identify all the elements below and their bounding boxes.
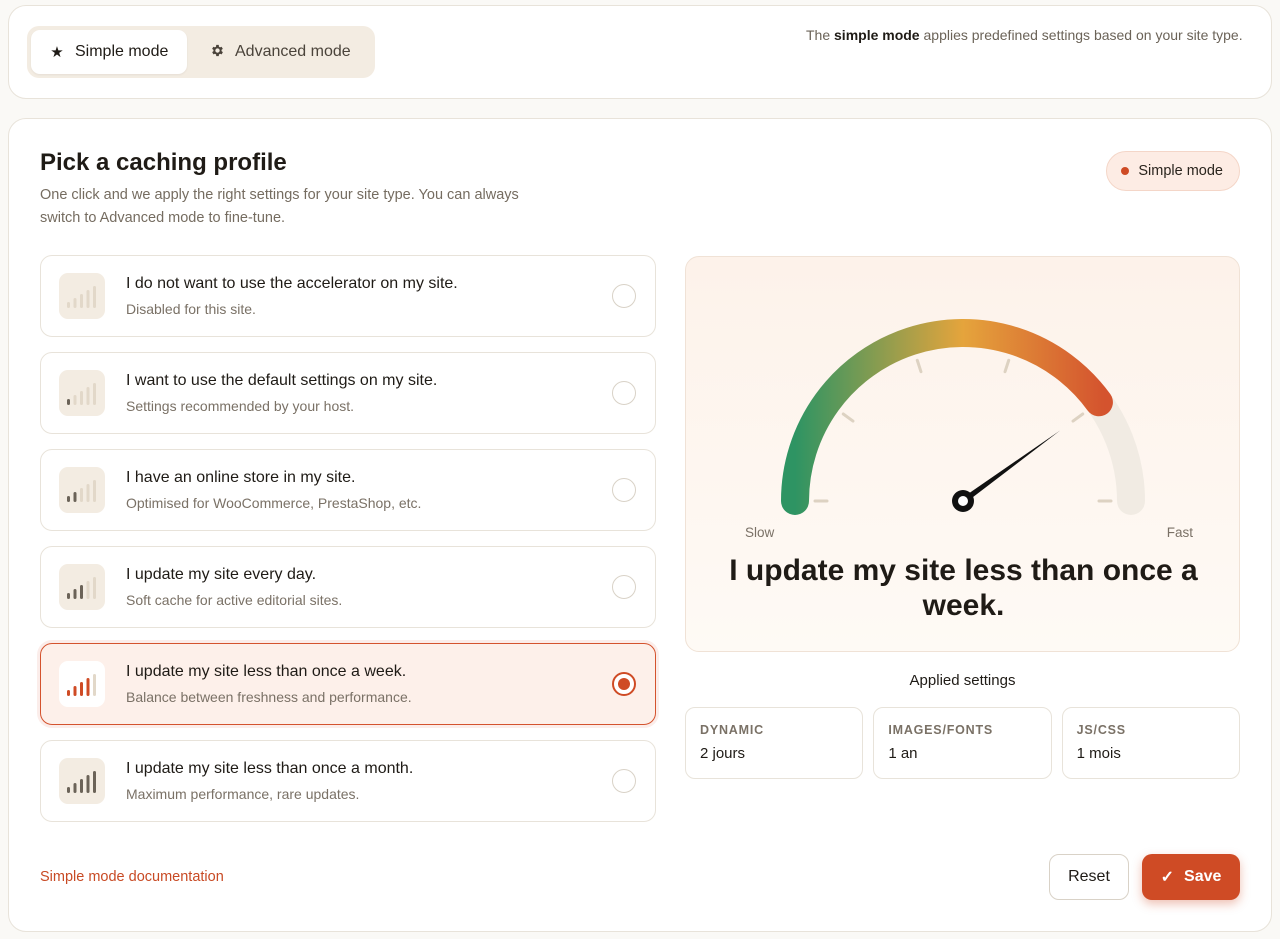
- mode-switch: ★ Simple mode Advanced mode: [27, 26, 375, 78]
- applied-settings: DYNAMIC 2 jours IMAGES/FONTS 1 an JS/CSS 1 mo…: [685, 707, 1240, 779]
- option-title: I have an online store in my site.: [126, 469, 356, 486]
- setting-label: JS/CSS: [1076, 723, 1126, 737]
- save-label: Save: [1184, 868, 1222, 885]
- applied-settings-title: Applied settings: [909, 672, 1016, 689]
- page-title: Pick a caching profile: [40, 149, 287, 176]
- profile-option[interactable]: I want to use the default settings on my…: [40, 352, 656, 434]
- option-title: I update my site less than once a month.: [126, 760, 414, 777]
- option-title: I update my site less than once a week.: [126, 663, 407, 680]
- mode-description: The simple mode applies predefined setti…: [806, 27, 1243, 43]
- profile-option[interactable]: I have an online store in my site. Optimi…: [40, 449, 656, 531]
- option-description: Balance between freshness and performanc…: [126, 689, 412, 705]
- simple-mode-label: Simple mode: [75, 43, 169, 60]
- badge-dot-icon: [1121, 167, 1130, 175]
- gauge-tick: [1003, 358, 1011, 374]
- signal-bars-icon: [59, 564, 105, 610]
- option-description: Optimised for WooCommerce, PrestaShop, e…: [126, 495, 422, 511]
- setting-label: DYNAMIC: [700, 723, 764, 737]
- signal-bars-icon: [59, 467, 105, 513]
- profile-options: I do not want to use the accelerator on …: [40, 255, 656, 837]
- mode-card: ★ Simple mode Advanced mode The simple m…: [8, 5, 1272, 99]
- speed-gauge-panel: Slow Fast I update my site less than onc…: [685, 256, 1240, 652]
- option-radio[interactable]: [612, 381, 636, 405]
- option-radio[interactable]: [612, 284, 636, 308]
- profile-option[interactable]: I update my site every day. Soft cache fo…: [40, 546, 656, 628]
- option-description: Soft cache for active editorial sites.: [126, 592, 343, 608]
- gauge-caption: I update my site less than once a week.: [729, 554, 1198, 622]
- option-title: I update my site every day.: [126, 566, 317, 583]
- gauge-slow-label: Slow: [745, 525, 775, 540]
- setting-card: IMAGES/FONTS 1 an: [873, 707, 1052, 779]
- gauge-tick: [841, 412, 855, 423]
- setting-value: 2 jours: [700, 745, 746, 762]
- documentation-link[interactable]: Simple mode documentation: [40, 869, 224, 885]
- simple-mode-tab[interactable]: ★ Simple mode: [31, 30, 187, 74]
- signal-bars-icon: [59, 661, 105, 707]
- advanced-mode-tab[interactable]: Advanced mode: [191, 30, 371, 74]
- gauge-tick: [1071, 412, 1085, 423]
- option-description: Disabled for this site.: [126, 301, 256, 317]
- option-radio[interactable]: [612, 478, 636, 502]
- mode-description-bold: simple mode: [834, 27, 920, 43]
- check-icon: ✓: [1160, 869, 1175, 886]
- profile-option[interactable]: I do not want to use the accelerator on …: [40, 255, 656, 337]
- signal-bars-icon: [59, 758, 105, 804]
- gear-icon: [209, 43, 225, 62]
- star-icon: ★: [50, 44, 64, 61]
- option-title: I want to use the default settings on my…: [126, 372, 438, 389]
- advanced-mode-label: Advanced mode: [235, 43, 351, 60]
- save-button[interactable]: ✓ Save: [1142, 854, 1240, 900]
- profile-option[interactable]: I update my site less than once a week. B…: [40, 643, 656, 725]
- profile-option[interactable]: I update my site less than once a month.…: [40, 740, 656, 822]
- gauge-needle: [961, 430, 1061, 504]
- speed-gauge: [781, 319, 1145, 515]
- option-radio[interactable]: [612, 769, 636, 793]
- mode-badge: Simple mode: [1106, 151, 1240, 191]
- option-description: Settings recommended by your host.: [126, 398, 355, 414]
- option-title: I do not want to use the accelerator on …: [126, 275, 458, 292]
- setting-card: JS/CSS 1 mois: [1061, 707, 1240, 779]
- reset-button[interactable]: Reset: [1049, 854, 1129, 900]
- gauge-fast-label: Fast: [1166, 525, 1193, 540]
- gauge-hub-center: [958, 496, 968, 506]
- gauge-fill: [781, 319, 1113, 515]
- signal-bars-icon: [59, 273, 105, 319]
- signal-bars-icon: [59, 370, 105, 416]
- setting-label: IMAGES/FONTS: [888, 723, 994, 737]
- profile-card: Pick a caching profile One click and we …: [8, 118, 1272, 932]
- option-radio[interactable]: [612, 672, 636, 696]
- setting-value: 1 an: [888, 745, 918, 762]
- option-radio[interactable]: [612, 575, 636, 599]
- page-subtitle: One click and we apply the right setting…: [40, 187, 519, 226]
- mode-badge-label: Simple mode: [1138, 163, 1223, 179]
- gauge-tick: [915, 358, 923, 374]
- setting-value: 1 mois: [1076, 745, 1121, 762]
- option-description: Maximum performance, rare updates.: [126, 786, 360, 802]
- setting-card: DYNAMIC 2 jours: [685, 707, 864, 779]
